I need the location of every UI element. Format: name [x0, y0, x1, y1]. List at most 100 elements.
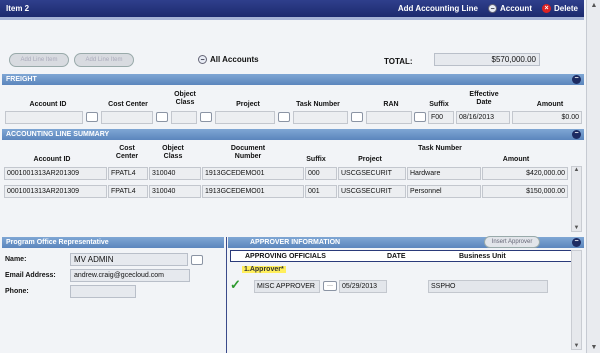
freight-effective-date-field[interactable]: 08/16/2013	[456, 111, 510, 124]
all-accounts-label: All Accounts	[210, 55, 259, 64]
scroll-down-icon[interactable]: ▼	[572, 225, 581, 231]
phone-field[interactable]	[70, 285, 136, 298]
panel-divider	[226, 237, 227, 353]
approver-title: APPROVER INFORMATION	[250, 239, 341, 246]
title-underline	[0, 17, 584, 20]
freight-project-field[interactable]	[215, 111, 275, 124]
lookup-icon[interactable]	[156, 112, 168, 122]
lookup-icon[interactable]	[200, 112, 212, 122]
freight-suffix-field[interactable]: F00	[428, 111, 454, 124]
approver-unit-field[interactable]: SSPHO	[428, 280, 548, 293]
summary-col-object-class: Object Class	[162, 145, 184, 160]
freight-task-number-field[interactable]	[293, 111, 348, 124]
scroll-down-icon[interactable]: ▼	[587, 344, 600, 351]
total-label: TOTAL:	[384, 57, 413, 66]
row-account-id: 0001001313AR201309	[4, 167, 107, 180]
minus-icon: −	[198, 55, 207, 64]
add-accounting-line-link[interactable]: Add Accounting Line	[398, 4, 478, 13]
delete-link[interactable]: × Delete	[541, 4, 578, 13]
delete-label: Delete	[553, 4, 578, 13]
table-row[interactable]: 0001001313AR201309 FPATL4 310040 1913GCE…	[4, 166, 570, 182]
account-link[interactable]: − Account	[487, 4, 532, 13]
table-row[interactable]: 0001001313AR201309 FPATL4 310040 1913GCE…	[4, 184, 570, 200]
freight-col-task-number: Task Number	[296, 101, 340, 108]
freight-object-class-field[interactable]	[171, 111, 197, 124]
row-suffix: 001	[305, 185, 337, 198]
row-cost-center: FPATL4	[108, 167, 148, 180]
item-title: Item 2	[6, 4, 30, 13]
ellipsis-lookup-icon[interactable]: ···	[323, 281, 337, 291]
phone-label: Phone:	[5, 288, 29, 295]
freight-amount-field[interactable]: $0.00	[512, 111, 582, 124]
name-label: Name:	[5, 256, 27, 263]
all-accounts-toggle[interactable]: − All Accounts	[198, 55, 259, 64]
lookup-icon[interactable]	[86, 112, 98, 122]
collapse-icon[interactable]: −	[572, 130, 581, 139]
freight-col-object-class: Object Class	[174, 91, 196, 106]
row-amount: $420,000.00	[482, 167, 568, 180]
collapse-icon[interactable]: −	[572, 75, 581, 84]
row-amount: $150,000.00	[482, 185, 568, 198]
name-field[interactable]: MV ADMIN	[70, 253, 188, 266]
business-unit-col: Business Unit	[459, 253, 506, 260]
freight-col-effective-date: Effective Date	[469, 91, 499, 106]
summary-col-project: Project	[358, 156, 382, 163]
row-task-number: Personnel	[407, 185, 481, 198]
insert-approver-button[interactable]: Insert Approver	[484, 236, 540, 248]
freight-ran-field[interactable]	[366, 111, 412, 124]
freight-col-ran: RAN	[383, 101, 399, 108]
total-value: $570,000.00	[434, 53, 540, 66]
program-office-header: Program Office Representative	[2, 237, 224, 248]
summary-title: ACCOUNTING LINE SUMMARY	[6, 131, 110, 138]
freight-account-id-field[interactable]	[5, 111, 83, 124]
row-object-class: 310040	[149, 185, 201, 198]
summary-section-header: ACCOUNTING LINE SUMMARY −	[2, 129, 584, 140]
approver-date-field[interactable]: 05/29/2013	[339, 280, 387, 293]
summary-col-amount: Amount	[502, 156, 530, 163]
summary-col-suffix: Suffix	[306, 156, 326, 163]
freight-col-account-id: Account ID	[29, 101, 67, 108]
row-document-number: 1913GCEDEMO01	[202, 185, 304, 198]
vertical-scrollbar[interactable]: ▲ ▼	[586, 0, 600, 353]
summary-col-document-number: Document Number	[230, 145, 266, 160]
approving-officials-col: APPROVING OFFICIALS	[245, 253, 326, 260]
freight-col-project: Project	[236, 101, 260, 108]
lookup-icon[interactable]	[351, 112, 363, 122]
lookup-icon[interactable]	[191, 255, 203, 265]
row-cost-center: FPATL4	[108, 185, 148, 198]
approver-name-field[interactable]: MISC APPROVER	[254, 280, 320, 293]
approver-scrollbar[interactable]: ▼	[571, 250, 582, 350]
date-col: DATE	[387, 253, 406, 260]
row-account-id: 0001001313AR201309	[4, 185, 107, 198]
lookup-icon[interactable]	[278, 112, 290, 122]
freight-col-suffix: Suffix	[429, 101, 449, 108]
add-line-item-button-1[interactable]: Add Line Item	[9, 53, 69, 67]
summary-col-cost-center: Cost Center	[115, 145, 139, 160]
row-suffix: 000	[305, 167, 337, 180]
summary-col-account-id: Account ID	[33, 156, 71, 163]
scroll-up-icon[interactable]: ▲	[572, 167, 581, 173]
scroll-up-icon[interactable]: ▲	[587, 2, 600, 9]
row-project: USCGSECURIT	[338, 185, 406, 198]
summary-col-task-number: Task Number	[418, 145, 462, 152]
row-object-class: 310040	[149, 167, 201, 180]
check-icon: ✓	[230, 277, 241, 292]
collapse-icon[interactable]: −	[572, 238, 581, 247]
summary-scrollbar[interactable]: ▲ ▼	[571, 166, 582, 232]
scroll-down-icon[interactable]: ▼	[572, 343, 581, 349]
add-line-item-button-2[interactable]: Add Line Item	[74, 53, 134, 67]
row-document-number: 1913GCEDEMO01	[202, 167, 304, 180]
email-field[interactable]: andrew.craig@gcecloud.com	[70, 269, 190, 282]
program-office-title: Program Office Representative	[6, 239, 109, 246]
freight-col-amount: Amount	[536, 101, 564, 108]
approver-column-header: APPROVING OFFICIALS DATE Business Unit	[230, 250, 582, 262]
summary-table: 0001001313AR201309 FPATL4 310040 1913GCE…	[4, 166, 570, 200]
row-project: USCGSECURIT	[338, 167, 406, 180]
freight-cost-center-field[interactable]	[101, 111, 153, 124]
email-label: Email Address:	[5, 272, 56, 279]
close-icon: ×	[541, 4, 551, 13]
freight-col-cost-center: Cost Center	[108, 101, 148, 108]
freight-title: FREIGHT	[6, 76, 37, 83]
lookup-icon[interactable]	[414, 112, 426, 122]
row-task-number: Hardware	[407, 167, 481, 180]
